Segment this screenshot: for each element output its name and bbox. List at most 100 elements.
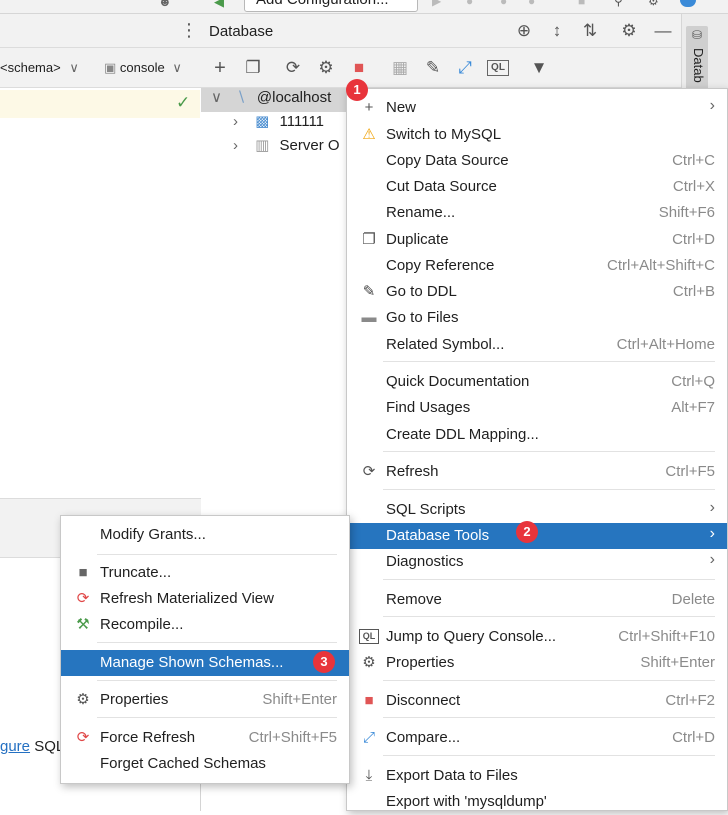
editor-current-line[interactable]: ✓ [0,90,200,118]
menu-item-label: Cut Data Source [386,178,497,195]
menu-item-refresh-materialized-view[interactable]: ⟳ Refresh Materialized View [61,586,349,612]
chevron-down-icon: ∨ [211,89,222,106]
expand-all-icon[interactable]: ↕ [546,20,568,42]
menu-item-remove[interactable]: Remove Delete [347,587,727,613]
refresh-icon: ⟳ [362,463,376,480]
menu-item-go-to-files[interactable]: ▬ Go to Files [347,305,727,331]
menu-item-label: Recompile... [100,616,184,633]
search-icon[interactable]: ⚲ [614,0,623,8]
edit-icon[interactable]: ✎ [422,57,444,79]
run-config-arrow-icon[interactable]: ◀ [214,0,224,10]
main-toolbar-strip: ☻ ◀ Add Configuration... ▶ ● ● ● ■ ⚲ ⚙ [0,0,728,14]
properties-icon: ⚙ [362,654,376,671]
stop-icon: ■ [364,692,374,709]
menu-item-label: Go to Files [386,309,459,326]
schema-selector-label: <schema> [0,60,61,75]
editor-toolbar: <schema> ∨ ▣ console ∨ [0,48,201,88]
menu-item-manage-shown-schemas[interactable]: Manage Shown Schemas... [61,650,349,676]
menu-item-export-data-to-files[interactable]: ⤓ Export Data to Files [347,763,727,789]
menu-item-diagnostics[interactable]: Diagnostics › [347,549,727,575]
stop-run-icon[interactable]: ■ [578,0,585,8]
menu-item-label: Switch to MySQL [386,126,502,143]
menu-item-shortcut: Ctrl+Shift+F10 [618,628,715,645]
refresh-red-icon: ⟳ [76,590,90,607]
jump-to-icon[interactable]: ⤢ [454,57,476,79]
plus-icon: + [364,99,374,116]
gear-icon[interactable]: ⚙ [618,20,640,42]
collapse-all-icon[interactable]: ⇅ [579,20,601,42]
menu-item-modify-grants[interactable]: Modify Grants... [61,522,349,548]
menu-item-rename[interactable]: Rename... Shift+F6 [347,200,727,226]
minimize-icon[interactable]: — [652,20,674,42]
copy-icon[interactable]: ❐ [242,57,264,79]
run-icon[interactable]: ▶ [432,0,441,8]
submenu-arrow-icon: › [709,499,715,516]
data-source-properties-icon[interactable]: ⚙ [315,57,337,79]
menu-item-quick-documentation[interactable]: Quick Documentation Ctrl+Q [347,369,727,395]
sql-editor[interactable] [0,88,201,498]
menu-item-cut-data-source[interactable]: Cut Data Source Ctrl+X [347,174,727,200]
menu-item-go-to-ddl[interactable]: ✎ Go to DDL Ctrl+B [347,279,727,305]
menu-item-properties[interactable]: ⚙ Properties Shift+Enter [61,687,349,713]
menu-item-shortcut: Ctrl+D [672,729,715,746]
console-selector[interactable]: ▣ console ∨ [104,60,182,76]
coverage-icon[interactable]: ● [500,0,507,8]
side-tab-label: Datab [691,48,706,83]
query-console-icon[interactable]: QL [487,60,509,76]
stop-icon[interactable]: ■ [348,57,370,79]
menu-item-compare[interactable]: ⤢ Compare... Ctrl+D [347,725,727,751]
add-configuration-button[interactable]: Add Configuration... [244,0,418,12]
refresh-icon[interactable]: ⟳ [282,57,304,79]
menu-item-disconnect[interactable]: ■ Disconnect Ctrl+F2 [347,688,727,714]
editor-tabs-header: ⋮ [0,14,201,48]
more-options-icon[interactable]: ⋮ [180,20,198,40]
menu-item-duplicate[interactable]: ❐ Duplicate Ctrl+D [347,227,727,253]
toolbox-icon[interactable] [680,0,696,7]
debug-icon[interactable]: ● [466,0,473,8]
user-icon[interactable]: ☻ [158,0,174,9]
compare-icon: ⤢ [362,729,375,746]
menu-item-label: Properties [386,654,455,671]
schema-selector[interactable]: <schema> ∨ [0,60,79,76]
menu-item-force-refresh[interactable]: ⟳ Force Refresh Ctrl+Shift+F5 [61,725,349,751]
menu-separator [383,489,715,490]
hammer-icon: ⚒ [76,616,90,633]
table-view-icon[interactable]: ▦ [389,57,411,79]
trash-icon: ■ [78,564,88,581]
schema-icon: ▩ [255,113,270,130]
menu-item-jump-to-query-console[interactable]: QL Jump to Query Console... Ctrl+Shift+F10 [347,624,727,650]
profile-icon[interactable]: ● [528,0,535,8]
menu-item-truncate[interactable]: ■ Truncate... [61,560,349,586]
menu-item-shortcut: Shift+Enter [640,654,715,671]
add-icon[interactable]: + [209,57,231,79]
menu-item-sql-scripts[interactable]: SQL Scripts › [347,497,727,523]
menu-item-find-usages[interactable]: Find Usages Alt+F7 [347,395,727,421]
menu-item-properties[interactable]: ⚙ Properties Shift+Enter [347,650,727,676]
menu-item-export-with-mysqldump[interactable]: Export with 'mysqldump' [347,789,727,815]
menu-item-refresh[interactable]: ⟳ Refresh Ctrl+F5 [347,459,727,485]
menu-item-shortcut: Ctrl+Q [671,373,715,390]
target-icon[interactable]: ⊕ [513,20,535,42]
menu-item-label: Diagnostics [386,553,464,570]
configure-link[interactable]: gure [0,738,30,755]
menu-item-shortcut: Ctrl+Alt+Shift+C [607,257,715,274]
filter-icon[interactable]: ▼ [528,57,550,79]
menu-item-copy-data-source[interactable]: Copy Data Source Ctrl+C [347,148,727,174]
menu-item-shortcut: Ctrl+Shift+F5 [248,729,337,746]
menu-item-related-symbol[interactable]: Related Symbol... Ctrl+Alt+Home [347,332,727,358]
tree-item-schema[interactable]: › ▩ 111111 [233,112,324,136]
menu-item-create-ddl-mapping[interactable]: Create DDL Mapping... [347,422,727,448]
menu-item-forget-cached-schemas[interactable]: Forget Cached Schemas [61,751,349,777]
export-icon: ⤓ [365,767,373,784]
submenu-arrow-icon: › [709,525,715,542]
database-cylinder-icon: ⛁ [692,28,703,42]
tree-item-localhost[interactable]: ∨ ∖ @localhost [211,88,331,112]
tree-item-server-objects[interactable]: › ▥ Server O [233,136,340,160]
console-selector-label: console [119,60,165,75]
menu-item-switch-to-mysql[interactable]: ⚠ Switch to MySQL [347,122,727,148]
chevron-down-icon: ∨ [172,60,182,75]
menu-item-new[interactable]: + New › [347,95,727,121]
settings-gear-icon[interactable]: ⚙ [648,0,659,8]
menu-item-copy-reference[interactable]: Copy Reference Ctrl+Alt+Shift+C [347,253,727,279]
menu-item-recompile[interactable]: ⚒ Recompile... [61,612,349,638]
